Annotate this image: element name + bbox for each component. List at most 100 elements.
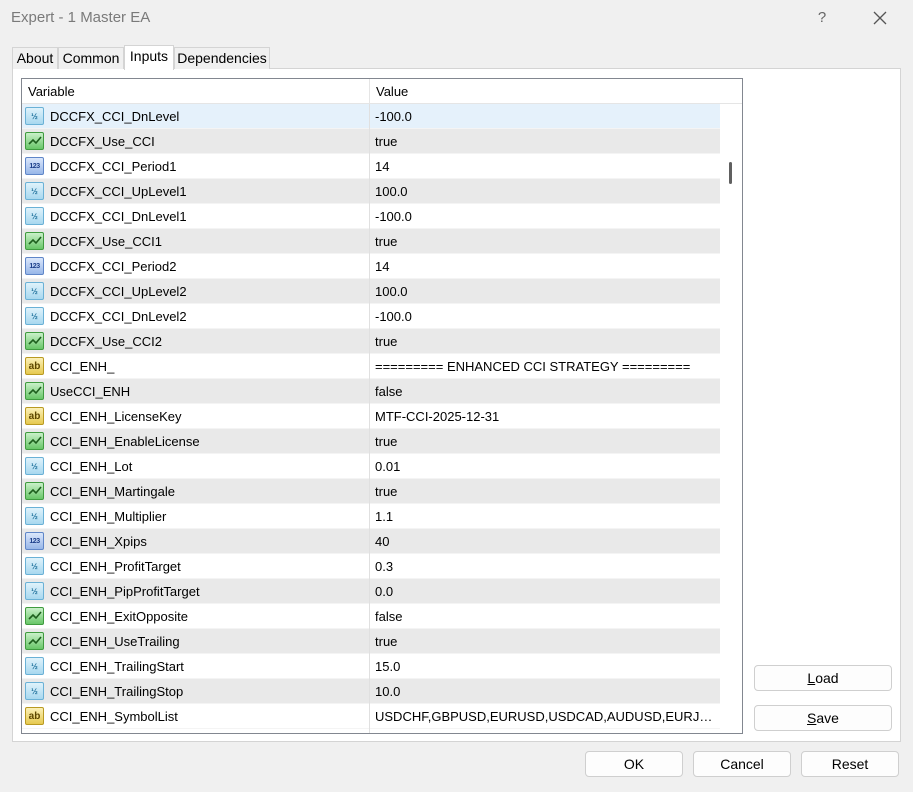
- table-row[interactable]: ½ DCCFX_CCI_UpLevel2 100.0: [22, 279, 720, 304]
- variable-cell: ½ DCCFX_CCI_DnLevel2: [22, 304, 370, 329]
- half-icon: ½: [25, 507, 44, 525]
- scrollbar-track[interactable]: [742, 79, 743, 734]
- value-cell[interactable]: true: [370, 329, 720, 354]
- value-cell[interactable]: 0.0: [370, 579, 720, 604]
- value-cell[interactable]: true: [370, 129, 720, 154]
- table-row[interactable]: ½ CCI_ENH_Multiplier 1.1: [22, 504, 720, 529]
- variable-cell: UseCCI_ENH: [22, 379, 370, 404]
- value-cell[interactable]: 15.0: [370, 654, 720, 679]
- value-cell[interactable]: USDCHF,GBPUSD,EURUSD,USDCAD,AUDUSD,EURJP…: [370, 704, 720, 729]
- check-icon: [25, 132, 44, 150]
- half-icon: ½: [25, 457, 44, 475]
- table-row[interactable]: CCI_ENH_EnableLicense true: [22, 429, 720, 454]
- variable-cell: ½ DCCFX_CCI_UpLevel1: [22, 179, 370, 204]
- value-cell[interactable]: -100.0: [370, 204, 720, 229]
- variable-cell: ½ CCI_ENH_TrailingStop: [22, 679, 370, 704]
- check-icon: [25, 232, 44, 250]
- value-cell[interactable]: 0.3: [370, 554, 720, 579]
- ab-icon: ab: [25, 357, 44, 375]
- tab-inputs[interactable]: Inputs: [124, 45, 174, 70]
- check-icon: [25, 432, 44, 450]
- value-cell[interactable]: false: [370, 379, 720, 404]
- table-row[interactable]: ½ DCCFX_CCI_DnLevel1 -100.0: [22, 204, 720, 229]
- table-row[interactable]: ½ CCI_ENH_TrailingStart 15.0: [22, 654, 720, 679]
- inputs-grid[interactable]: Variable Value ½ DCCFX_CCI_DnLevel -100.0 D…: [21, 78, 743, 734]
- value-cell[interactable]: 10.0: [370, 679, 720, 704]
- table-row[interactable]: ab CCI_ENH_ ========= ENHANCED CCI STRATEG…: [22, 354, 720, 379]
- table-row[interactable]: CCI_ENH_UseTrailing true: [22, 629, 720, 654]
- value-cell[interactable]: 100.0: [370, 279, 720, 304]
- table-row[interactable]: ½ DCCFX_CCI_UpLevel1 100.0: [22, 179, 720, 204]
- variable-name: DCCFX_CCI_UpLevel2: [50, 284, 187, 299]
- value-cell[interactable]: -100.0: [370, 304, 720, 329]
- column-header-variable[interactable]: Variable: [22, 79, 370, 104]
- variable-cell: DCCFX_Use_CCI2: [22, 329, 370, 354]
- scrollbar-thumb[interactable]: [729, 162, 732, 184]
- value-cell[interactable]: 0.01: [370, 454, 720, 479]
- save-button-label: Save: [807, 710, 839, 726]
- table-row[interactable]: UseCCI_ENH false: [22, 379, 720, 404]
- value-cell[interactable]: true: [370, 229, 720, 254]
- load-button[interactable]: Load: [754, 665, 892, 691]
- column-header-value[interactable]: Value: [370, 79, 720, 104]
- table-row[interactable]: DCCFX_Use_CCI2 true: [22, 329, 720, 354]
- table-row[interactable]: ½ DCCFX_CCI_DnLevel -100.0: [22, 104, 720, 129]
- table-row[interactable]: 123 CCI_ENH_Xpips 40: [22, 529, 720, 554]
- close-button[interactable]: [866, 6, 894, 30]
- value-cell[interactable]: MTF-CCI-2025-12-31: [370, 404, 720, 429]
- value-cell[interactable]: true: [370, 479, 720, 504]
- load-button-label: Load: [807, 670, 839, 686]
- value-cell[interactable]: 40: [370, 529, 720, 554]
- value-cell[interactable]: 14: [370, 254, 720, 279]
- variable-cell: ½ CCI_ENH_Lot: [22, 454, 370, 479]
- variable-cell: 123 DCCFX_CCI_Period2: [22, 254, 370, 279]
- table-row[interactable]: ½ CCI_ENH_PipProfitTarget 0.0: [22, 579, 720, 604]
- variable-cell: ½ CCI_ENH_PipProfitTarget: [22, 579, 370, 604]
- variable-cell: ½ CCI_ENH_TrailingStart: [22, 654, 370, 679]
- variable-cell: ½ DCCFX_CCI_UpLevel2: [22, 279, 370, 304]
- variable-cell: ab CCI_ENH_SymbolList: [22, 704, 370, 729]
- help-button[interactable]: ?: [810, 6, 834, 30]
- table-row[interactable]: ½ CCI_ENH_ProfitTarget 0.3: [22, 554, 720, 579]
- table-row[interactable]: ½ CCI_ENH_Lot 0.01: [22, 454, 720, 479]
- tab-dependencies[interactable]: Dependencies: [174, 47, 270, 69]
- value-cell[interactable]: 1.1: [370, 504, 720, 529]
- variable-name: DCCFX_CCI_UpLevel1: [50, 184, 187, 199]
- check-icon: [25, 482, 44, 500]
- table-row[interactable]: DCCFX_Use_CCI true: [22, 129, 720, 154]
- table-row[interactable]: CCI_ENH_ExitOpposite false: [22, 604, 720, 629]
- variable-name: CCI_ENH_EnableLicense: [50, 434, 200, 449]
- table-row[interactable]: ab CCI_ENH_SymbolList USDCHF,GBPUSD,EURUSD…: [22, 704, 720, 729]
- reset-button[interactable]: Reset: [801, 751, 899, 777]
- variable-name: CCI_ENH_Martingale: [50, 484, 175, 499]
- value-cell[interactable]: true: [370, 629, 720, 654]
- half-icon: ½: [25, 107, 44, 125]
- tab-common[interactable]: Common: [58, 47, 124, 69]
- variable-cell: DCCFX_Use_CCI: [22, 129, 370, 154]
- half-icon: ½: [25, 582, 44, 600]
- save-button[interactable]: Save: [754, 705, 892, 731]
- variable-cell: CCI_ENH_ExitOpposite: [22, 604, 370, 629]
- value-cell[interactable]: false: [370, 604, 720, 629]
- check-icon: [25, 382, 44, 400]
- variable-name: CCI_ENH_Multiplier: [50, 509, 167, 524]
- table-row[interactable]: ½ CCI_ENH_TrailingStop 10.0: [22, 679, 720, 704]
- cancel-button[interactable]: Cancel: [693, 751, 791, 777]
- ok-button[interactable]: OK: [585, 751, 683, 777]
- table-row[interactable]: ab CCI_ENH_LicenseKey MTF-CCI-2025-12-31: [22, 404, 720, 429]
- table-row[interactable]: ½ DCCFX_CCI_DnLevel2 -100.0: [22, 304, 720, 329]
- variable-name: CCI_ENH_Lot: [50, 459, 133, 474]
- variable-name: CCI_ENH_PipProfitTarget: [50, 584, 200, 599]
- table-row[interactable]: DCCFX_Use_CCI1 true: [22, 229, 720, 254]
- tab-about[interactable]: About: [12, 47, 58, 69]
- table-row[interactable]: 123 DCCFX_CCI_Period1 14: [22, 154, 720, 179]
- value-cell[interactable]: 14: [370, 154, 720, 179]
- table-row[interactable]: CCI_ENH_Martingale true: [22, 479, 720, 504]
- half-icon: ½: [25, 682, 44, 700]
- title-bar: Expert - 1 Master EA ?: [0, 0, 913, 36]
- table-row[interactable]: 123 DCCFX_CCI_Period2 14: [22, 254, 720, 279]
- value-cell[interactable]: 100.0: [370, 179, 720, 204]
- value-cell[interactable]: true: [370, 429, 720, 454]
- value-cell[interactable]: ========= ENHANCED CCI STRATEGY ========…: [370, 354, 720, 379]
- value-cell[interactable]: -100.0: [370, 104, 720, 129]
